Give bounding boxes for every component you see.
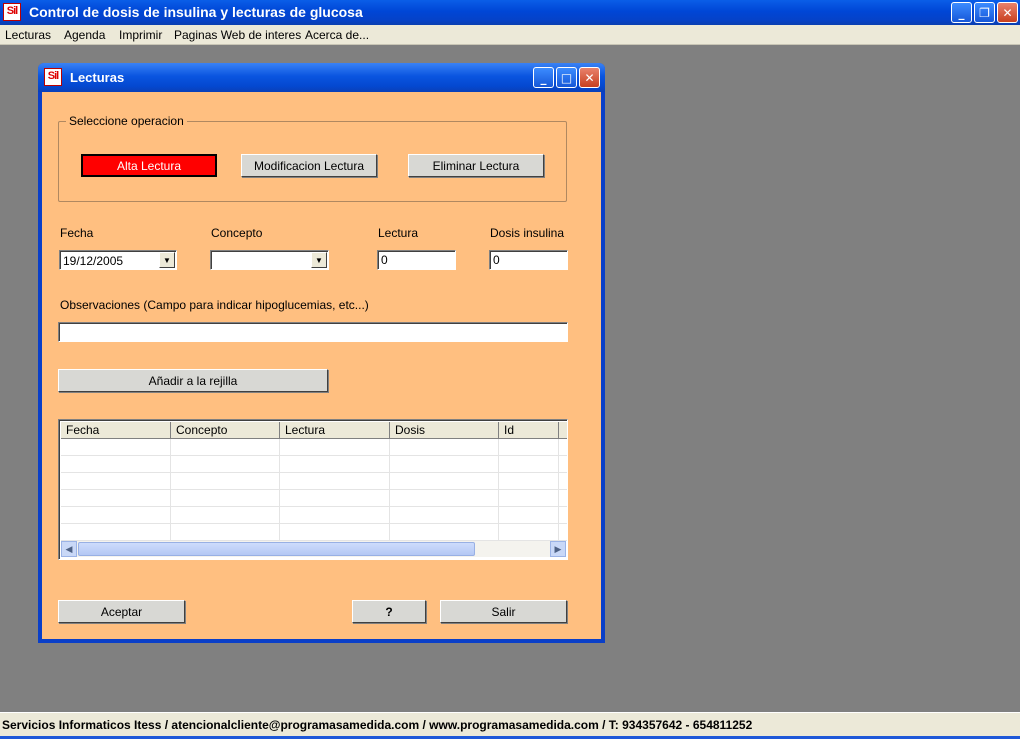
modificacion-lectura-button[interactable]: Modificacion Lectura (241, 154, 377, 177)
status-contact-text: Servicios Informaticos Itess / atenciona… (2, 718, 752, 732)
window-logo-icon (44, 68, 62, 86)
menu-paginas-web[interactable]: Paginas Web de interes (174, 28, 301, 42)
lecturas-grid[interactable]: Fecha Concepto Lectura Dosis Id (58, 419, 568, 560)
lecturas-titlebar[interactable]: Lecturas _ □ ✕ (38, 63, 605, 92)
table-row[interactable] (61, 524, 568, 541)
eliminar-lectura-button[interactable]: Eliminar Lectura (408, 154, 544, 177)
window-minimize-button[interactable]: _ (533, 67, 554, 88)
table-row[interactable] (61, 456, 568, 473)
table-row[interactable] (61, 490, 568, 507)
menu-agenda[interactable]: Agenda (64, 28, 105, 42)
grid-divider (279, 439, 280, 543)
scrollbar-thumb[interactable] (78, 542, 475, 556)
app-logo-icon (3, 3, 21, 21)
concepto-dropdown-arrow-icon[interactable]: ▼ (311, 252, 327, 268)
column-header-dosis[interactable]: Dosis (390, 422, 499, 439)
column-header-extra[interactable] (559, 422, 568, 439)
grid-divider (498, 439, 499, 543)
operation-group-label: Seleccione operacion (66, 114, 187, 128)
fecha-date-picker[interactable]: 19/12/2005 ▼ (59, 250, 177, 270)
menubar: Lecturas Agenda Imprimir Paginas Web de … (0, 25, 1020, 45)
concepto-label: Concepto (211, 226, 262, 240)
aceptar-button[interactable]: Aceptar (58, 600, 185, 623)
lecturas-form: Seleccione operacion Alta Lectura Modifi… (42, 92, 601, 639)
window-close-button[interactable]: ✕ (579, 67, 600, 88)
window-title: Lecturas (70, 70, 124, 85)
minimize-button[interactable]: _ (951, 2, 972, 23)
grid-rows (61, 439, 568, 543)
table-row[interactable] (61, 507, 568, 524)
operation-group: Seleccione operacion Alta Lectura Modifi… (58, 121, 567, 202)
close-button[interactable]: ✕ (997, 2, 1018, 23)
concepto-select[interactable]: ▼ (210, 250, 329, 270)
column-header-fecha[interactable]: Fecha (61, 422, 171, 439)
statusbar: Servicios Informaticos Itess / atenciona… (0, 712, 1020, 736)
table-row[interactable] (61, 473, 568, 490)
lectura-label: Lectura (378, 226, 418, 240)
lecturas-window: Lecturas _ □ ✕ Seleccione operacion Alta… (38, 63, 605, 643)
lectura-input[interactable] (377, 250, 456, 270)
grid-header: Fecha Concepto Lectura Dosis Id (61, 422, 568, 439)
observaciones-input[interactable] (58, 322, 568, 342)
menu-lecturas[interactable]: Lecturas (5, 28, 51, 42)
scroll-left-icon[interactable]: ◀ (61, 541, 77, 557)
column-header-lectura[interactable]: Lectura (280, 422, 390, 439)
fecha-dropdown-arrow-icon[interactable]: ▼ (159, 252, 175, 268)
column-header-concepto[interactable]: Concepto (171, 422, 280, 439)
dosis-insulina-label: Dosis insulina (490, 226, 564, 240)
menu-acerca-de[interactable]: Acerca de... (305, 28, 369, 42)
grid-divider (389, 439, 390, 543)
grid-horizontal-scrollbar[interactable]: ◀ ▶ (61, 541, 566, 557)
main-titlebar: Control de dosis de insulina y lecturas … (0, 0, 1020, 25)
fecha-label: Fecha (60, 226, 93, 240)
observaciones-label: Observaciones (Campo para indicar hipogl… (60, 298, 369, 312)
scroll-right-icon[interactable]: ▶ (550, 541, 566, 557)
column-header-id[interactable]: Id (499, 422, 559, 439)
menu-imprimir[interactable]: Imprimir (119, 28, 162, 42)
salir-button[interactable]: Salir (440, 600, 567, 623)
grid-divider (558, 439, 559, 543)
restore-button[interactable]: ❐ (974, 2, 995, 23)
help-button[interactable]: ? (352, 600, 426, 623)
app-title: Control de dosis de insulina y lecturas … (29, 4, 363, 20)
table-row[interactable] (61, 439, 568, 456)
alta-lectura-button[interactable]: Alta Lectura (81, 154, 217, 177)
fecha-value: 19/12/2005 (63, 254, 123, 268)
grid-divider (170, 439, 171, 543)
window-maximize-button[interactable]: □ (556, 67, 577, 88)
dosis-insulina-input[interactable] (489, 250, 568, 270)
anadir-rejilla-button[interactable]: Añadir a la rejilla (58, 369, 328, 392)
